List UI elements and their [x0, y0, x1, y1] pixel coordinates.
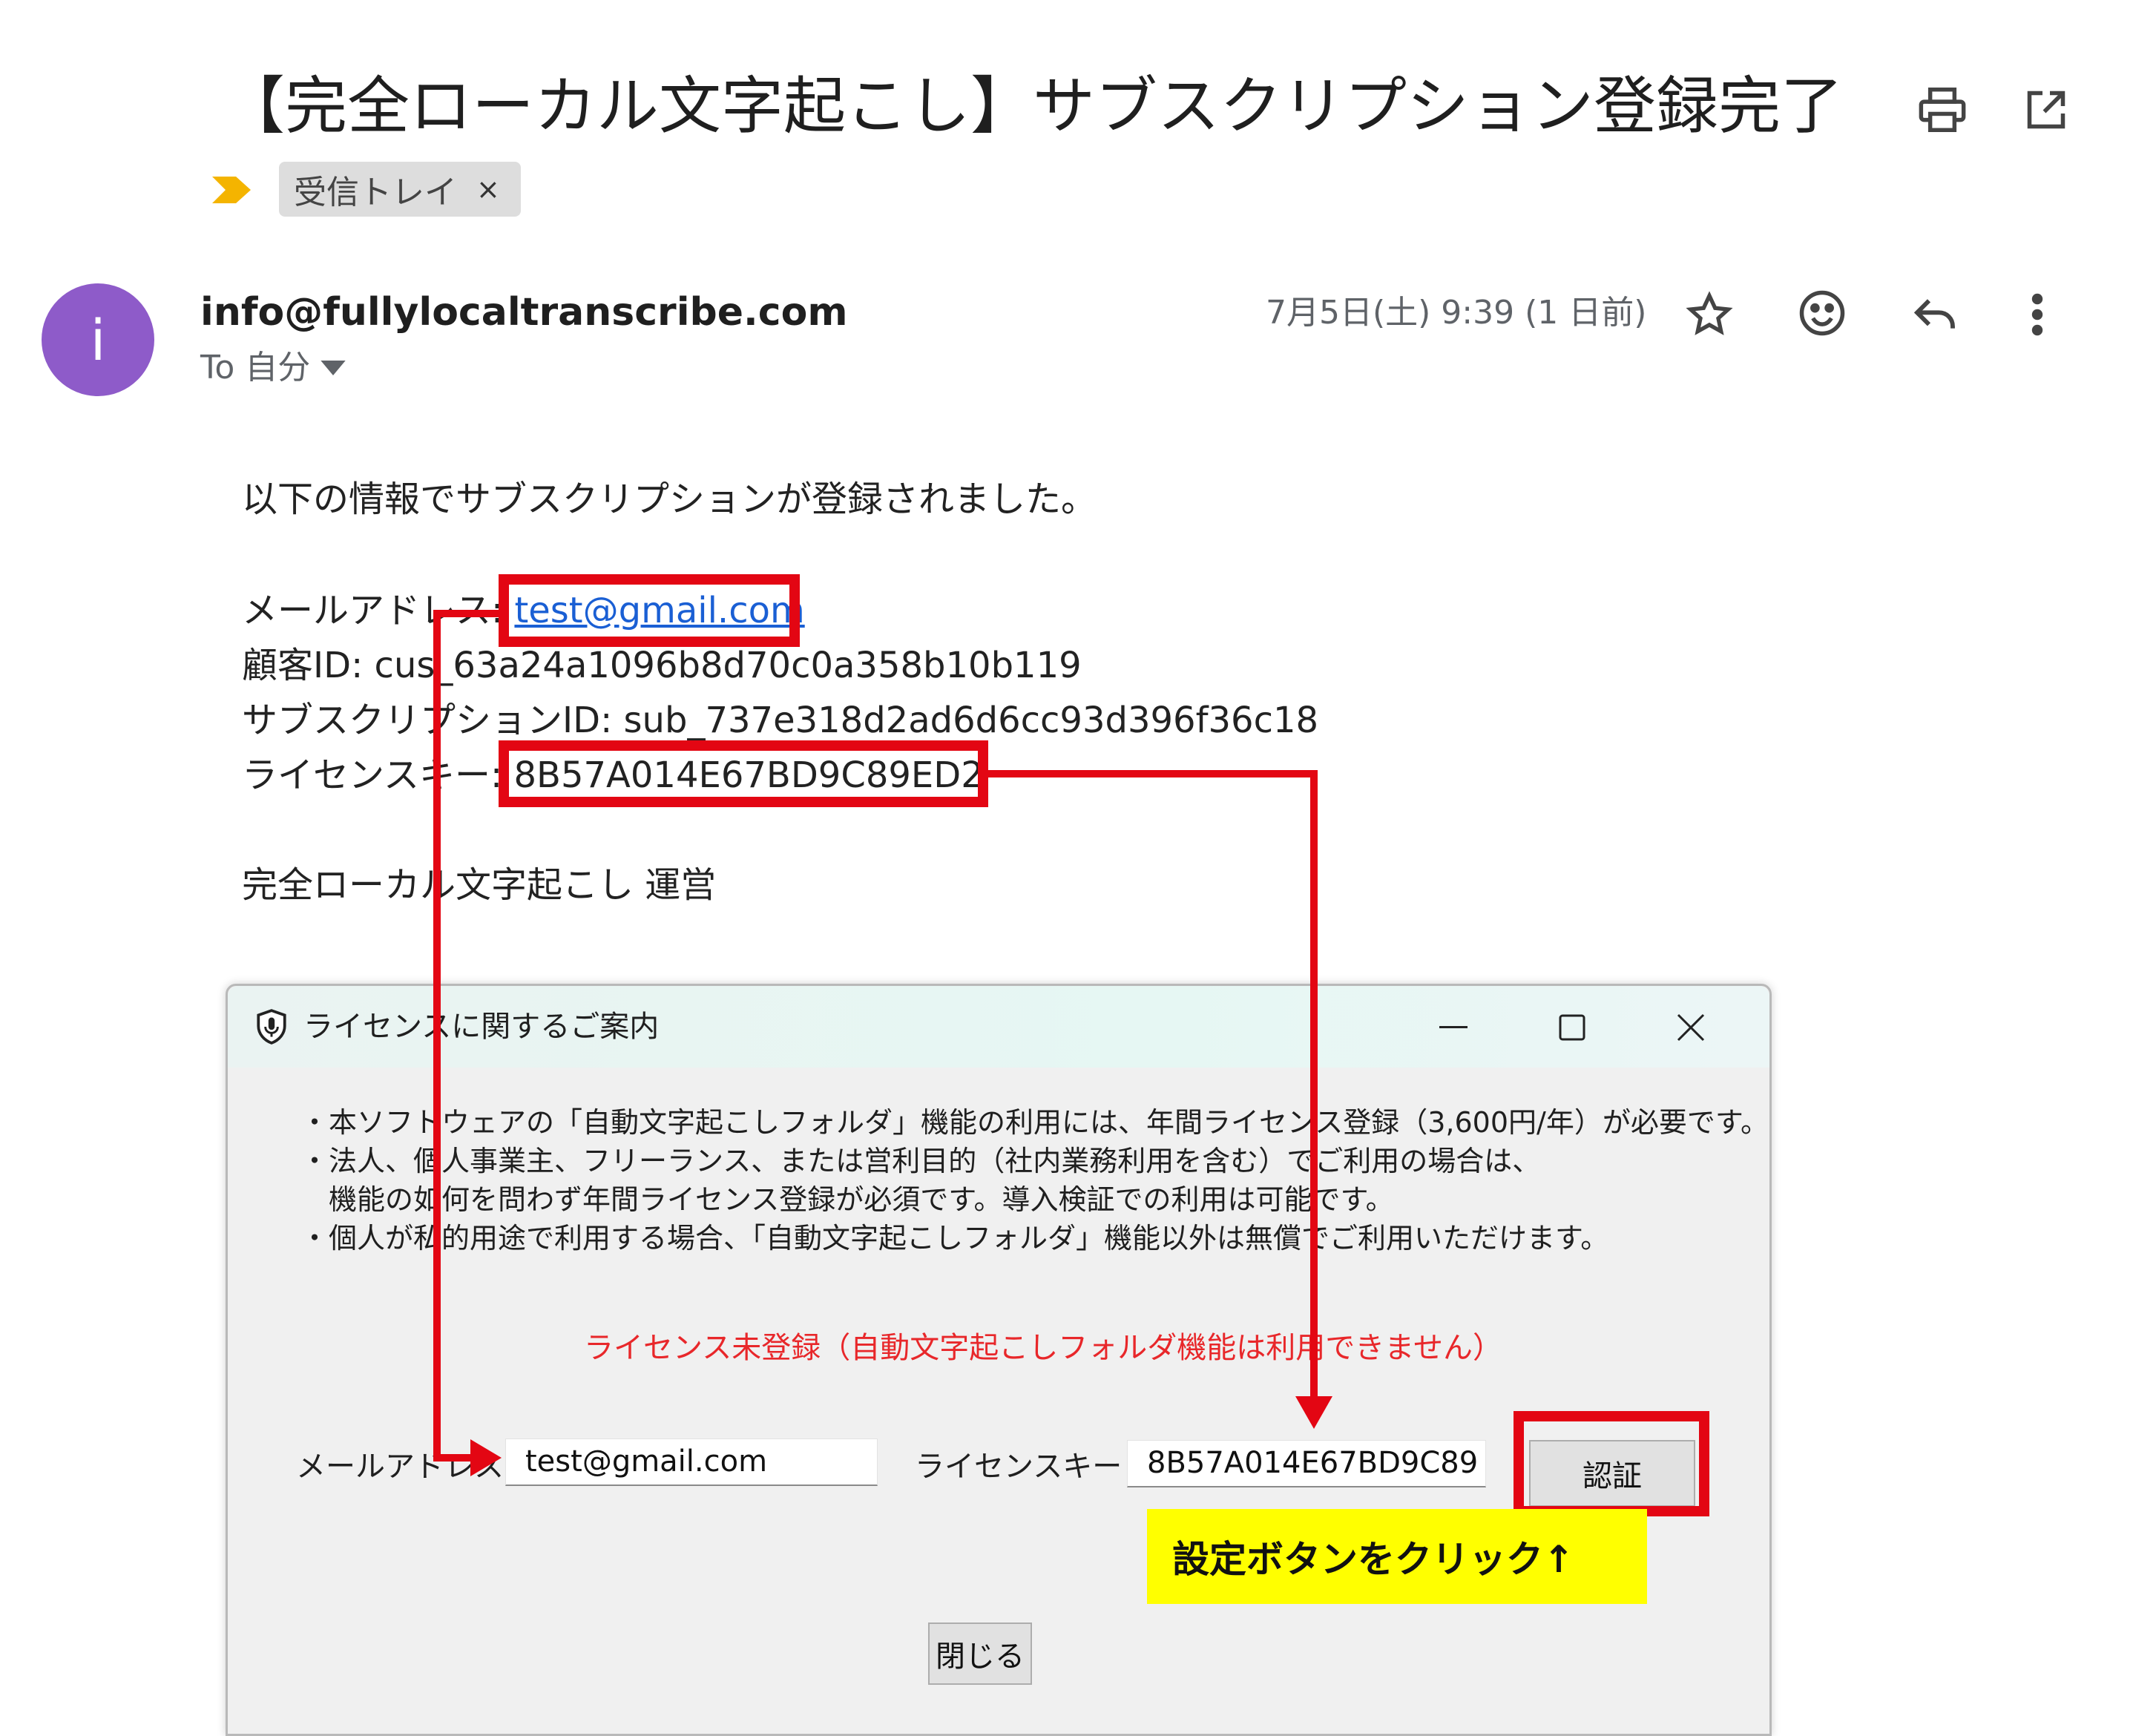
dialog-titlebar[interactable]: ライセンスに関するご案内	[228, 986, 1769, 1068]
remove-label-icon[interactable]: ×	[476, 173, 500, 206]
license-connector-top	[987, 770, 1318, 777]
notice-line-3: 機能の如何を問わず年間ライセンス登録が必須です。導入検証での利用は可能です。	[300, 1183, 1394, 1216]
close-window-button[interactable]	[1661, 998, 1720, 1057]
email-connector-bottom	[433, 1454, 475, 1462]
close-button[interactable]: 閉じる	[928, 1622, 1032, 1685]
more-options-icon[interactable]	[2008, 285, 2067, 344]
body-signature: 完全ローカル文字起こし 運営	[242, 864, 717, 906]
app-shield-mic-icon	[253, 1008, 290, 1045]
inbox-label-chip[interactable]: 受信トレイ ×	[279, 162, 521, 217]
body-intro: 以下の情報でサブスクリプションが登録されました。	[242, 479, 1097, 520]
sender-address[interactable]: info@fullylocaltranscribe.com	[200, 286, 848, 338]
email-connector-arrowhead	[470, 1439, 502, 1476]
emoji-reaction-icon[interactable]	[1792, 283, 1852, 343]
license-key-field[interactable]: 8B57A014E67BD9C89	[1127, 1440, 1486, 1487]
open-in-new-window-icon[interactable]	[2017, 80, 2076, 139]
email-date: 7月5日(土) 9:39 (1 日前)	[1266, 294, 1647, 332]
email-subject: 【完全ローカル文字起こし】サブスクリプション登録完了	[223, 70, 1844, 142]
license-connector-vertical	[1310, 770, 1318, 1402]
license-connector-arrowhead	[1295, 1396, 1332, 1429]
email-field[interactable]: test@gmail.com	[505, 1439, 878, 1486]
license-dialog: ライセンスに関するご案内 ・本ソフトウェアの「自動文字起こしフォルダ」機能の利用…	[226, 984, 1772, 1736]
email-highlight-box	[499, 574, 800, 647]
click-instruction-callout: 設定ボタンをクリック↑	[1147, 1509, 1647, 1604]
body-customer-id: 顧客ID: cus_63a24a1096b8d70c0a358b10b119	[242, 645, 1082, 686]
recipient-text: To 自分	[200, 349, 311, 387]
email-connector-vertical	[433, 610, 441, 1462]
license-key-label: ライセンスキー：	[915, 1450, 1152, 1484]
body-license-label: ライセンスキー:	[242, 754, 514, 796]
notice-line-1: ・本ソフトウェアの「自動文字起こしフォルダ」機能の利用には、年間ライセンス登録（…	[300, 1106, 1769, 1139]
notice-line-4: ・個人が私的用途で利用する場合、「自動文字起こしフォルダ」機能以外は無償でご利用…	[300, 1222, 1609, 1255]
email-connector-top	[433, 610, 500, 617]
notice-line-2: ・法人、個人事業主、フリーランス、または営利目的（社内業務利用を含む）でご利用の…	[300, 1145, 1541, 1177]
license-status: ライセンス未登録（自動文字起こしフォルダ機能は利用できません）	[584, 1331, 1502, 1365]
recipient-line[interactable]: To 自分	[200, 346, 346, 390]
license-highlight-box	[499, 740, 988, 807]
importance-marker-icon[interactable]	[209, 168, 254, 212]
maximize-button[interactable]	[1542, 998, 1602, 1057]
dialog-title: ライセンスに関するご案内	[303, 1010, 660, 1044]
print-icon[interactable]	[1913, 80, 1972, 139]
star-icon[interactable]	[1680, 285, 1739, 344]
minimize-button[interactable]	[1424, 998, 1483, 1057]
label-chip-text: 受信トレイ	[294, 174, 457, 211]
body-subscription-id: サブスクリプションID: sub_737e318d2ad6d6cc93d396f…	[242, 700, 1319, 741]
avatar[interactable]: i	[42, 283, 154, 396]
chevron-down-icon[interactable]	[321, 361, 346, 375]
reply-icon[interactable]	[1905, 285, 1965, 344]
auth-button-highlight-box	[1514, 1411, 1709, 1516]
